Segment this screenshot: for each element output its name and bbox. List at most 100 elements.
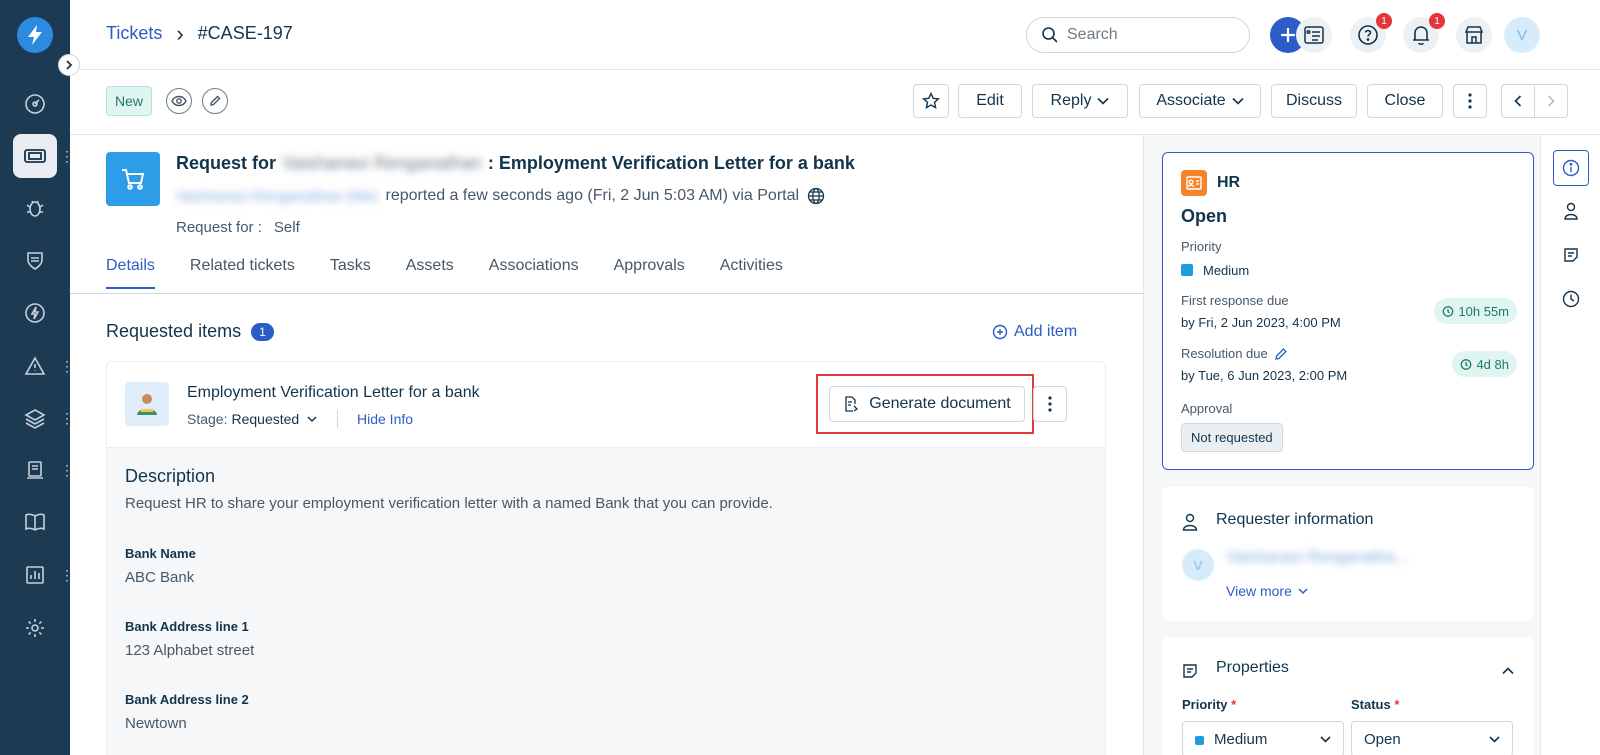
status-select-value: Open bbox=[1364, 730, 1401, 748]
left-nav-rail: ⋮ ⋮ ⋮ ⋮ ⋮ bbox=[0, 0, 74, 755]
chevron-right-icon bbox=[1547, 95, 1555, 107]
next-ticket-button[interactable] bbox=[1534, 84, 1568, 118]
priority-field-label: Priority * bbox=[1182, 697, 1236, 712]
ticket-status: Open bbox=[1181, 206, 1228, 226]
chevron-down-icon bbox=[1232, 97, 1244, 105]
field-label-bank-address-2: Bank Address line 2 bbox=[125, 692, 249, 707]
problems-bug-icon[interactable] bbox=[13, 186, 57, 230]
tab-details[interactable]: Details bbox=[106, 257, 155, 289]
watch-eye-button[interactable] bbox=[166, 88, 192, 114]
properties-card-title: Properties bbox=[1216, 659, 1289, 676]
dashboard-icon[interactable] bbox=[13, 82, 57, 126]
view-more-link[interactable]: View more bbox=[1226, 583, 1308, 599]
item-stage-dropdown[interactable]: Stage: Requested bbox=[187, 411, 317, 427]
item-more-button[interactable] bbox=[1033, 386, 1067, 422]
notifications-button[interactable]: 1 bbox=[1403, 13, 1445, 53]
edit-button[interactable]: Edit bbox=[958, 84, 1022, 118]
field-label-bank-name: Bank Name bbox=[125, 546, 196, 561]
more-vertical-icon bbox=[1048, 396, 1052, 412]
priority-field-label-text: Priority bbox=[1182, 697, 1228, 712]
properties-card: Properties Priority * Medium Status * Op… bbox=[1162, 637, 1534, 755]
status-select[interactable]: Open bbox=[1351, 721, 1513, 755]
previous-ticket-button[interactable] bbox=[1501, 84, 1535, 118]
request-for-label: Request for : bbox=[176, 219, 262, 236]
ticket-subject: Request for Vaishanavi Renganathan : Emp… bbox=[176, 153, 855, 174]
status-field-label-text: Status bbox=[1351, 697, 1391, 712]
assets-layers-icon[interactable] bbox=[13, 396, 57, 440]
requester-panel-button[interactable] bbox=[1553, 193, 1589, 229]
user-avatar[interactable]: V bbox=[1504, 17, 1540, 53]
solutions-book-icon[interactable] bbox=[13, 500, 57, 544]
reported-text: reported a few seconds ago (Fri, 2 Jun 5… bbox=[385, 187, 800, 204]
priority-select[interactable]: Medium bbox=[1182, 721, 1344, 755]
alerts-warning-icon[interactable] bbox=[13, 344, 57, 388]
ticket-meta: Vaishanavi Renganathan (Me) reported a f… bbox=[176, 187, 825, 205]
field-value-bank-address-2: Newtown bbox=[125, 715, 187, 732]
tab-tasks[interactable]: Tasks bbox=[330, 257, 371, 289]
more-actions-button[interactable] bbox=[1453, 84, 1487, 118]
resolution-timer: 4d 8h bbox=[1452, 351, 1517, 377]
timeline-panel-button[interactable] bbox=[1553, 281, 1589, 317]
edit-pencil-button[interactable] bbox=[202, 88, 228, 114]
requester-avatar: V bbox=[1182, 549, 1214, 581]
requester-name[interactable]: Vaishanavi Renganatha... bbox=[1226, 549, 1408, 567]
generate-document-label: Generate document bbox=[869, 395, 1011, 412]
first-response-timer-text: 10h 55m bbox=[1458, 303, 1509, 319]
tab-approvals[interactable]: Approvals bbox=[614, 257, 685, 289]
properties-panel-button[interactable] bbox=[1553, 237, 1589, 273]
hr-workspace-icon bbox=[1181, 170, 1207, 196]
requester-card: Requester information V Vaishanavi Renga… bbox=[1162, 487, 1534, 621]
globe-icon bbox=[807, 187, 825, 205]
tab-related-tickets[interactable]: Related tickets bbox=[190, 257, 295, 289]
ticket-sidebar: HR Open Priority Medium First response d… bbox=[1144, 135, 1540, 755]
releases-bolt-icon[interactable] bbox=[13, 291, 57, 335]
status-field-label: Status * bbox=[1351, 697, 1399, 712]
chevron-down-icon bbox=[1489, 735, 1500, 743]
chevron-up-icon[interactable] bbox=[1502, 667, 1514, 675]
field-value-bank-address-1: 123 Alphabet street bbox=[125, 642, 255, 659]
search-input[interactable]: Search bbox=[1026, 17, 1250, 53]
plus-circle-icon bbox=[992, 324, 1008, 340]
changes-shield-icon[interactable] bbox=[13, 238, 57, 282]
item-name: Employment Verification Letter for a ban… bbox=[187, 384, 480, 401]
tab-assets[interactable]: Assets bbox=[406, 257, 454, 289]
divider bbox=[337, 410, 338, 428]
hide-info-link[interactable]: Hide Info bbox=[357, 411, 413, 427]
tab-associations[interactable]: Associations bbox=[489, 257, 579, 289]
freshservice-logo-icon[interactable] bbox=[17, 17, 53, 53]
analytics-chart-icon[interactable] bbox=[13, 553, 57, 597]
favorite-star-button[interactable] bbox=[913, 84, 949, 118]
breadcrumb: Tickets › #CASE-197 bbox=[106, 20, 293, 46]
request-for-value: Self bbox=[273, 219, 300, 236]
expand-nav-chevron-icon[interactable] bbox=[58, 54, 80, 76]
tickets-icon[interactable] bbox=[13, 134, 57, 178]
discuss-button[interactable]: Discuss bbox=[1271, 84, 1357, 118]
apps-store-button[interactable] bbox=[1456, 17, 1492, 53]
add-item-button[interactable]: Add item bbox=[992, 323, 1077, 341]
breadcrumb-tickets-link[interactable]: Tickets bbox=[106, 23, 162, 44]
request-for-row: Request for : Self bbox=[176, 219, 300, 236]
service-catalog-button[interactable] bbox=[1296, 17, 1332, 53]
requester-card-title: Requester information bbox=[1216, 511, 1374, 528]
reporter-link[interactable]: Vaishanavi Renganathan (Me) bbox=[176, 188, 378, 205]
right-panel-rail bbox=[1540, 135, 1600, 755]
help-button[interactable]: 1 bbox=[1350, 13, 1392, 53]
reply-button[interactable]: Reply bbox=[1032, 84, 1128, 118]
requested-item-header: Employment Verification Letter for a ban… bbox=[107, 362, 1105, 448]
admin-gear-icon[interactable] bbox=[13, 606, 57, 650]
field-label-bank-address-1: Bank Address line 1 bbox=[125, 619, 249, 634]
close-button[interactable]: Close bbox=[1367, 84, 1443, 118]
tab-activities[interactable]: Activities bbox=[720, 257, 783, 289]
contracts-icon[interactable] bbox=[13, 448, 57, 492]
generate-document-button[interactable]: Generate document bbox=[829, 386, 1025, 422]
breadcrumb-separator-icon: › bbox=[176, 20, 184, 46]
approval-status-badge: Not requested bbox=[1181, 423, 1283, 452]
item-person-thumbnail-icon bbox=[125, 382, 169, 426]
subject-requester-name: Vaishanavi Renganathan bbox=[282, 153, 482, 173]
edit-pencil-icon[interactable] bbox=[1274, 347, 1288, 361]
resolution-timer-text: 4d 8h bbox=[1476, 356, 1509, 372]
associate-button[interactable]: Associate bbox=[1139, 84, 1261, 118]
priority-value-row: Medium bbox=[1181, 263, 1249, 278]
info-panel-button[interactable] bbox=[1553, 150, 1589, 186]
description-title: Description bbox=[125, 466, 216, 486]
